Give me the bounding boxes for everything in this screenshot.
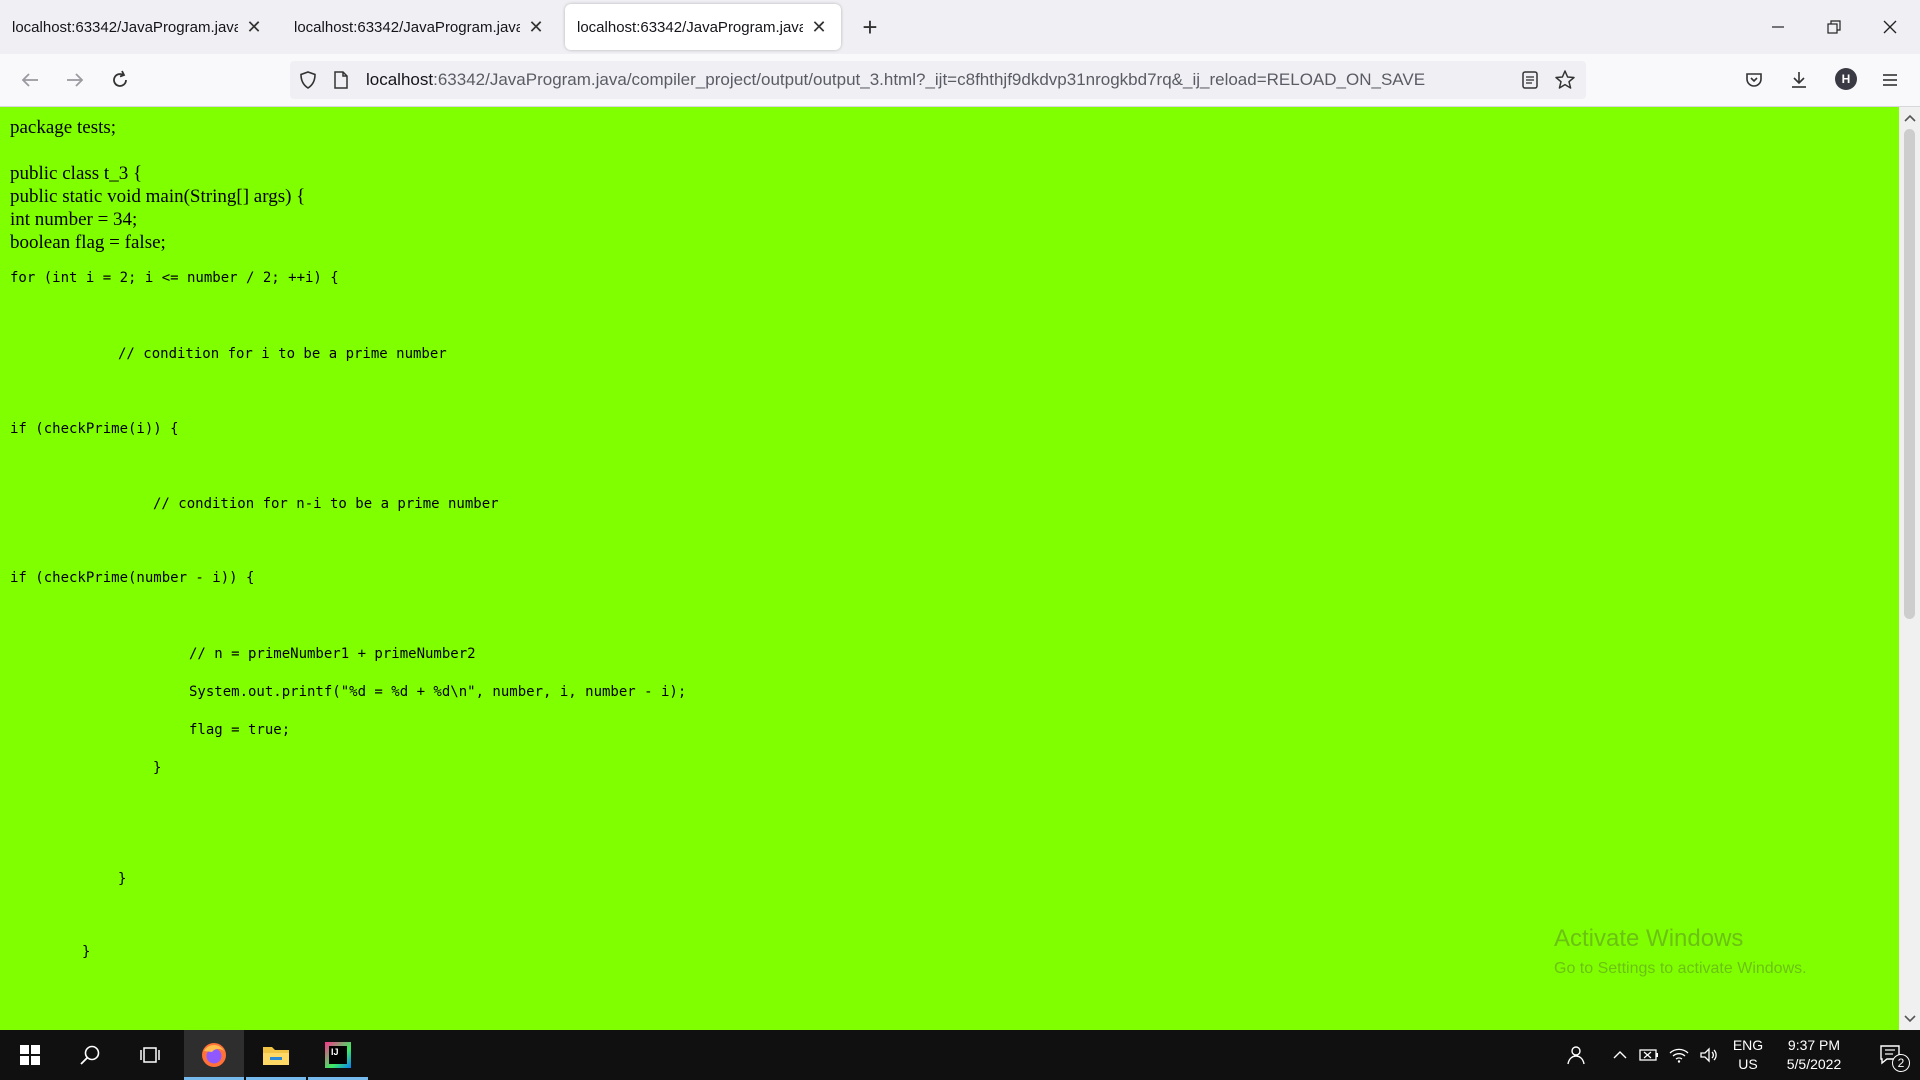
activate-windows-title: Activate Windows	[1554, 925, 1744, 952]
clock-time: 9:37 PM	[1787, 1037, 1841, 1053]
bookmark-star-icon[interactable]	[1554, 69, 1576, 96]
clock-date: 5/5/2022	[1786, 1056, 1842, 1072]
scroll-up-icon[interactable]	[1899, 109, 1920, 127]
minimize-icon[interactable]	[1750, 0, 1806, 54]
code-mono-line: for (int i = 2; i <= number / 2; ++i) {	[10, 270, 339, 286]
intellij-icon: IJ	[325, 1042, 351, 1068]
pocket-icon[interactable]	[1740, 66, 1768, 94]
region-code: US	[1738, 1056, 1758, 1072]
tab-output-1[interactable]: localhost:63342/JavaProgram.java/compile…	[0, 4, 276, 50]
code-mono-line: if (checkPrime(i)) {	[10, 421, 179, 437]
downloads-icon[interactable]	[1785, 66, 1813, 94]
volume-icon[interactable]	[1696, 1030, 1722, 1080]
task-view-icon[interactable]	[120, 1030, 180, 1080]
forward-arrow-icon[interactable]	[61, 66, 89, 94]
url-text[interactable]: localhost:63342/JavaProgram.java/compile…	[366, 61, 1486, 99]
vertical-scrollbar[interactable]	[1899, 107, 1920, 1030]
clock[interactable]: 9:37 PM 5/5/2022	[1772, 1030, 1856, 1080]
code-text-line: boolean flag = false;	[10, 232, 166, 253]
intellij-icon-label: IJ	[329, 1046, 347, 1064]
code-mono-line: }	[153, 760, 162, 776]
url-host: localhost	[366, 70, 434, 89]
navigation-toolbar: localhost:63342/JavaProgram.java/compile…	[0, 54, 1920, 107]
code-mono-line: }	[82, 944, 91, 960]
windows-taskbar: IJ ENG US 9:37 PM 5/5/2022 2	[0, 1030, 1920, 1080]
scroll-down-icon[interactable]	[1899, 1010, 1920, 1028]
tab-title: localhost:63342/JavaProgram.java/compile…	[577, 18, 803, 36]
tab-output-3[interactable]: localhost:63342/JavaProgram.java/compile…	[565, 4, 841, 50]
close-window-icon[interactable]	[1862, 0, 1918, 54]
code-mono-line: flag = true;	[189, 722, 291, 738]
reload-icon[interactable]	[106, 66, 134, 94]
folder-icon	[263, 1047, 289, 1065]
code-mono-line: if (checkPrime(number - i)) {	[10, 570, 255, 586]
wifi-icon[interactable]	[1666, 1030, 1692, 1080]
taskbar-firefox[interactable]	[184, 1030, 244, 1080]
hamburger-menu-icon[interactable]	[1876, 66, 1904, 94]
language-code: ENG	[1732, 1037, 1764, 1053]
activate-windows-subtitle: Go to Settings to activate Windows.	[1554, 960, 1807, 977]
reader-view-icon[interactable]	[1520, 70, 1540, 95]
tab-close-icon[interactable]: ✕	[526, 17, 546, 38]
language-indicator[interactable]: ENG US	[1728, 1030, 1768, 1080]
tab-close-icon[interactable]: ✕	[809, 17, 829, 38]
restore-icon[interactable]	[1806, 0, 1862, 54]
back-arrow-icon[interactable]	[16, 66, 44, 94]
code-mono-line: System.out.printf("%d = %d + %d\n", numb…	[189, 684, 687, 700]
code-text-line: public class t_3 {	[10, 163, 143, 184]
code-mono-line: }	[118, 871, 127, 887]
notification-count-badge: 2	[1892, 1054, 1910, 1072]
code-text-line: package tests;	[10, 117, 117, 138]
shield-icon[interactable]	[298, 70, 318, 95]
code-mono-line: // condition for i to be a prime number	[118, 346, 447, 362]
code-mono-line: // condition for n-i to be a prime numbe…	[153, 496, 499, 512]
profile-avatar[interactable]: H	[1835, 68, 1857, 90]
tab-close-icon[interactable]: ✕	[244, 17, 264, 38]
search-icon[interactable]	[60, 1030, 120, 1080]
tab-title: localhost:63342/JavaProgram.java/compile…	[294, 18, 520, 36]
code-mono-line: // n = primeNumber1 + primeNumber2	[189, 646, 476, 662]
chevron-up-icon[interactable]	[1605, 1030, 1635, 1080]
firefox-icon	[202, 1043, 226, 1067]
page-content: package tests; public class t_3 { public…	[0, 107, 1899, 1030]
windows-start-icon[interactable]	[0, 1030, 60, 1080]
new-tab-plus-icon[interactable]: +	[858, 12, 882, 42]
code-text-line: int number = 34;	[10, 209, 138, 230]
taskbar-file-explorer[interactable]	[246, 1030, 306, 1080]
people-icon[interactable]	[1560, 1030, 1590, 1080]
code-text-line: public static void main(String[] args) {	[10, 186, 306, 207]
battery-icon[interactable]	[1636, 1030, 1662, 1080]
tab-output-2[interactable]: localhost:63342/JavaProgram.java/compile…	[282, 4, 558, 50]
scrollbar-thumb[interactable]	[1904, 129, 1915, 619]
action-center-button[interactable]: 2	[1866, 1030, 1916, 1080]
taskbar-intellij[interactable]: IJ	[308, 1030, 368, 1080]
tab-title: localhost:63342/JavaProgram.java/compile…	[12, 18, 238, 36]
address-bar[interactable]: localhost:63342/JavaProgram.java/compile…	[290, 61, 1586, 99]
tab-strip: localhost:63342/JavaProgram.java/compile…	[0, 0, 1920, 54]
page-icon[interactable]	[332, 70, 350, 95]
url-path: :63342/JavaProgram.java/compiler_project…	[433, 70, 1426, 89]
